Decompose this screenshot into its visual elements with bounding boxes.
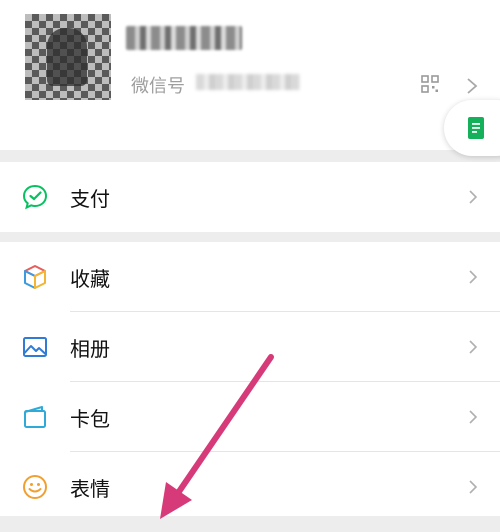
wechat-pay-icon	[22, 184, 48, 210]
menu-item-label: 收藏	[70, 267, 110, 291]
chevron-right-icon	[469, 190, 478, 204]
image-icon	[23, 337, 47, 357]
wechat-id-label: 微信号	[131, 76, 185, 97]
menu-item-album[interactable]: 相册	[0, 312, 500, 382]
chevron-right-icon	[469, 340, 478, 354]
nickname-blurred	[126, 26, 242, 50]
wallet-icon	[24, 406, 46, 428]
avatar[interactable]	[25, 14, 111, 100]
menu-item-favorites[interactable]: 收藏	[0, 242, 500, 312]
menu-item-label: 表情	[70, 477, 110, 501]
wechat-id-blurred	[196, 74, 300, 90]
menu-item-label: 支付	[70, 187, 110, 211]
document-icon	[468, 117, 484, 139]
chevron-right-icon[interactable]	[466, 77, 478, 95]
profile-header[interactable]: 微信号	[0, 0, 500, 150]
floating-note-button[interactable]	[444, 100, 500, 156]
menu-item-pay[interactable]: 支付	[0, 162, 500, 232]
chevron-right-icon	[469, 480, 478, 494]
menu-item-label: 卡包	[70, 407, 110, 431]
cube-icon	[24, 265, 46, 289]
chevron-right-icon	[469, 410, 478, 424]
chevron-right-icon	[469, 270, 478, 284]
qr-code-icon[interactable]	[421, 75, 439, 93]
menu-item-cards[interactable]: 卡包	[0, 382, 500, 452]
smiley-icon	[23, 475, 47, 499]
section-gap	[0, 516, 500, 532]
menu-item-stickers[interactable]: 表情	[0, 452, 500, 522]
menu-item-label: 相册	[70, 337, 110, 361]
